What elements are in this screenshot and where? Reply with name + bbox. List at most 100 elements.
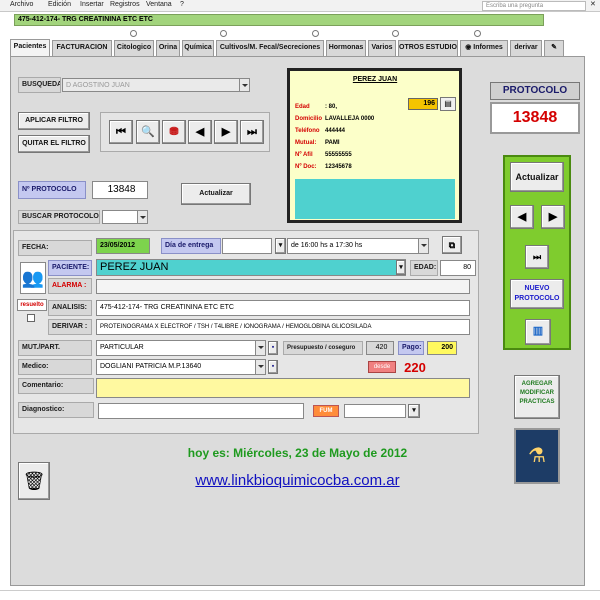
tab-orina[interactable]: Orina: [156, 40, 180, 56]
alarma-label: ALARMA :: [48, 278, 92, 294]
buscar-protocolo-input[interactable]: [102, 210, 148, 224]
paciente-label: PACIENTE:: [48, 260, 92, 276]
calendar-icon[interactable]: ▾: [275, 238, 286, 254]
patient-row-doc: Nº Doc: 12345678: [295, 164, 352, 170]
notes-icon[interactable]: ▤: [440, 97, 456, 111]
website-link[interactable]: www.linkbioquimicocba.com.ar: [10, 472, 585, 489]
patient-row-value: PAMI: [325, 140, 340, 146]
next-arrow-icon[interactable]: ▶: [214, 120, 238, 144]
apply-filter-button[interactable]: APLICAR FILTRO: [18, 112, 90, 130]
patient-row-label: Nº Doc:: [295, 164, 317, 170]
derivar-label: DERIVAR :: [48, 319, 92, 335]
menu-registros[interactable]: Registros: [110, 1, 140, 8]
radio-dot[interactable]: [130, 30, 137, 37]
busqueda-input[interactable]: D AGOSTINO JUAN: [62, 78, 250, 92]
alarma-input[interactable]: [96, 279, 470, 294]
books-icon[interactable]: ▥: [525, 319, 551, 345]
presupuesto-value[interactable]: 420: [366, 341, 394, 355]
radio-dot[interactable]: [220, 30, 227, 37]
menu-insertar[interactable]: Insertar: [80, 1, 104, 8]
previous-arrow-icon[interactable]: ◀: [188, 120, 212, 144]
tab-varios[interactable]: Varios: [368, 40, 396, 56]
remove-filter-button[interactable]: QUITAR EL FILTRO: [18, 135, 90, 153]
chevron-down-icon[interactable]: [239, 79, 249, 91]
patient-card: PEREZ JUAN 196 ▤ Edad: 80, Domicilio LAVA…: [287, 68, 462, 223]
edad-input[interactable]: 80: [440, 260, 476, 276]
chevron-down-icon[interactable]: [255, 360, 265, 374]
nuevo-protocolo-button[interactable]: NUEVO PROTOCOLO: [510, 279, 564, 309]
tab-pacientes[interactable]: Pacientes: [10, 39, 50, 57]
ask-question-input[interactable]: Escriba una pregunta: [482, 1, 586, 11]
first-record-icon[interactable]: ⏮: [109, 120, 133, 144]
agregar-practicas-button[interactable]: AGREGAR MODIFICAR PRACTICAS: [514, 375, 560, 419]
radio-dot[interactable]: [312, 30, 319, 37]
fum-input[interactable]: [344, 404, 406, 418]
mutual-lookup-icon[interactable]: ▪: [268, 341, 278, 355]
tab-hormonas[interactable]: Hormonas: [326, 40, 366, 56]
filter-icon[interactable]: ⛃: [162, 120, 186, 144]
patient-card-number: 196: [408, 98, 438, 110]
tab-informes[interactable]: ◉ Informes: [460, 40, 508, 56]
nro-protocolo-input[interactable]: 13848: [92, 181, 148, 199]
dia-entrega-input[interactable]: [222, 238, 272, 254]
menu-archivo[interactable]: Archivo: [10, 1, 33, 8]
chevron-down-icon[interactable]: [418, 239, 428, 253]
side-next-icon[interactable]: ▶: [541, 205, 565, 229]
patient-row-domicilio: Domicilio LAVALLEJA 0000: [295, 116, 374, 122]
chevron-down-icon[interactable]: [137, 211, 147, 223]
menu-ventana[interactable]: Ventana: [146, 1, 172, 8]
patient-row-afil: Nº Afil 55555555: [295, 152, 352, 158]
side-actions-panel: Actualizar ◀ ▶ ⏭ NUEVO PROTOCOLO ▥: [503, 155, 571, 350]
comentario-label: Comentario:: [18, 378, 94, 394]
analisis-input[interactable]: 475-412-174- TRG CREATININA ETC ETC: [96, 300, 470, 316]
medico-lookup-icon[interactable]: ▪: [268, 360, 278, 374]
option-dots: [22, 30, 562, 38]
hora-entrega-select[interactable]: de 16:00 hs a 17:30 hs: [287, 238, 429, 254]
fecha-input[interactable]: 23/05/2012: [96, 238, 150, 254]
desde-value: 220: [404, 360, 426, 375]
chevron-down-icon[interactable]: [255, 341, 265, 355]
mut-part-value: PARTICULAR: [100, 344, 144, 351]
protocolo-label-text: PROTOCOLO: [502, 85, 568, 96]
analisis-label: ANALISIS:: [48, 300, 92, 316]
medico-label: Medico:: [18, 359, 92, 375]
side-last-icon[interactable]: ⏭: [525, 245, 549, 269]
copy-icon[interactable]: ⧉: [442, 236, 462, 254]
medico-select[interactable]: DOGLIANI PATRICIA M.P.13640: [96, 359, 266, 375]
patient-row-label: Nº Afil: [295, 152, 313, 158]
menu-help[interactable]: ?: [180, 1, 184, 8]
patient-avatar-icon: 👥: [20, 262, 46, 294]
paciente-input[interactable]: PEREZ JUAN: [96, 259, 406, 276]
comentario-input[interactable]: [96, 378, 470, 398]
fum-label: FUM: [313, 405, 339, 417]
derivar-input[interactable]: PROTEINOGRAMA X ELECTROF / TSH / T4LIBRE…: [96, 319, 470, 335]
medico-value: DOGLIANI PATRICIA M.P.13640: [100, 363, 202, 370]
mut-part-select[interactable]: PARTICULAR: [96, 340, 266, 356]
patient-card-name: PEREZ JUAN: [352, 76, 398, 83]
patient-row-value: LAVALLEJA 0000: [325, 116, 375, 122]
tab-cultivos[interactable]: Cultivos/M. Fecal/Secreciones: [216, 40, 324, 56]
side-actualizar-button[interactable]: Actualizar: [510, 162, 564, 192]
search-icon[interactable]: 🔍: [136, 120, 160, 144]
last-record-icon[interactable]: ⏭: [240, 120, 264, 144]
close-icon[interactable]: ✕: [590, 0, 596, 8]
resuelto-checkbox[interactable]: [27, 314, 35, 322]
edad-label: EDAD:: [410, 260, 438, 276]
tab-edit[interactable]: ✎: [544, 40, 564, 56]
fum-calendar-icon[interactable]: ▾: [408, 404, 420, 418]
patient-row-edad: Edad: 80,: [295, 104, 337, 110]
radio-dot[interactable]: [474, 30, 481, 37]
radio-dot[interactable]: [392, 30, 399, 37]
tab-otros-estudios[interactable]: OTROS ESTUDIOS: [398, 40, 458, 56]
tab-derivar[interactable]: derivar: [510, 40, 542, 56]
tab-citologico[interactable]: Citologico: [114, 40, 154, 56]
pago-input[interactable]: 200: [427, 341, 457, 355]
tab-bar: Pacientes FACTURACION Citologico Orina Q…: [10, 39, 565, 57]
menu-edicion[interactable]: Edición: [48, 1, 71, 8]
chevron-down-icon[interactable]: ▾: [396, 260, 406, 275]
tab-quimica[interactable]: Química: [182, 40, 214, 56]
diagnostico-input[interactable]: [98, 403, 304, 419]
tab-facturacion[interactable]: FACTURACION: [52, 40, 112, 56]
actualizar-button[interactable]: Actualizar: [181, 183, 251, 205]
side-previous-icon[interactable]: ◀: [510, 205, 534, 229]
